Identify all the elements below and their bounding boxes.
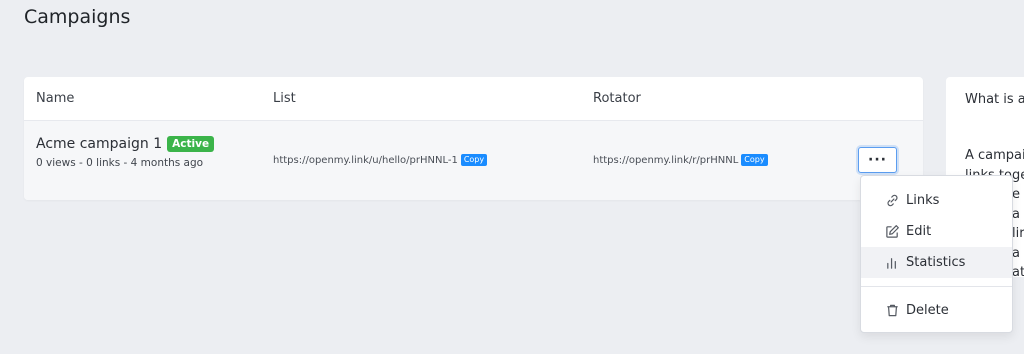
campaign-name[interactable]: Acme campaign 1 xyxy=(36,136,162,152)
list-url[interactable]: https://openmy.link/u/hello/prHNNL-1 xyxy=(273,155,458,166)
more-actions-button[interactable]: ··· xyxy=(858,147,897,173)
list-url-cell: https://openmy.link/u/hello/prHNNL-1 Cop… xyxy=(273,154,488,166)
table-row: Acme campaign 1 Active 0 views - 0 links… xyxy=(24,121,923,200)
link-icon xyxy=(887,194,898,207)
rotator-url-cell: https://openmy.link/r/prHNNL Copy xyxy=(593,154,768,166)
campaign-meta: 0 views - 0 links - 4 months ago xyxy=(36,157,204,169)
info-line: A campai xyxy=(965,148,1024,163)
page-title: Campaigns xyxy=(24,6,131,28)
campaign-name-cell: Acme campaign 1 Active xyxy=(36,136,215,152)
bar-chart-icon xyxy=(887,258,896,269)
menu-item-label: Statistics xyxy=(906,255,966,270)
table-header: Name List Rotator xyxy=(24,77,923,121)
menu-item-label: Delete xyxy=(906,303,949,318)
menu-item-label: Links xyxy=(906,193,940,208)
campaigns-table: Name List Rotator Acme campaign 1 Active… xyxy=(24,77,923,200)
menu-item-links[interactable]: Links xyxy=(861,185,1012,216)
info-panel-title: What is a xyxy=(965,92,1024,107)
rotator-url[interactable]: https://openmy.link/r/prHNNL xyxy=(593,155,738,166)
copy-rotator-url-button[interactable]: Copy xyxy=(741,154,768,166)
row-actions-menu: Links Edit Statistics Delete xyxy=(860,175,1013,333)
trash-icon xyxy=(887,304,898,317)
column-header-list: List xyxy=(273,91,296,106)
more-icon: ··· xyxy=(868,152,887,168)
edit-icon xyxy=(886,225,899,238)
column-header-rotator: Rotator xyxy=(593,91,641,106)
status-badge: Active xyxy=(167,136,215,152)
menu-item-statistics[interactable]: Statistics xyxy=(861,247,1012,278)
copy-list-url-button[interactable]: Copy xyxy=(460,154,488,166)
menu-item-edit[interactable]: Edit xyxy=(861,216,1012,247)
menu-item-label: Edit xyxy=(906,224,932,239)
menu-item-delete[interactable]: Delete xyxy=(861,295,1012,326)
column-header-name: Name xyxy=(36,91,75,106)
menu-divider xyxy=(861,286,1012,287)
